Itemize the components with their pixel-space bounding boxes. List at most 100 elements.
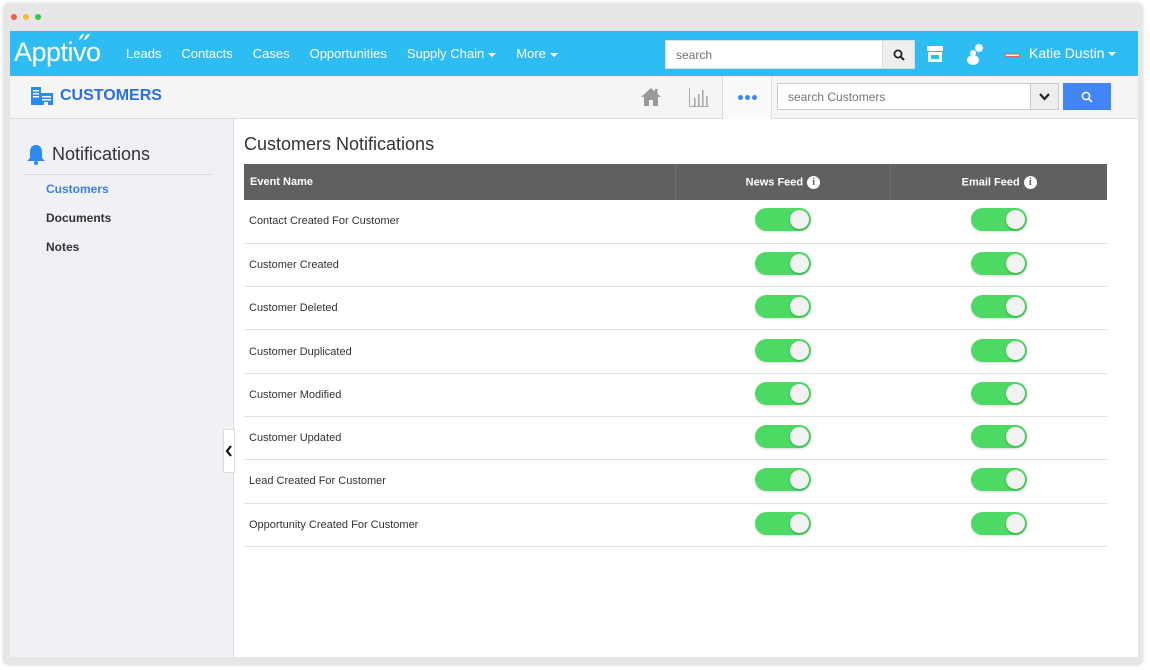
more-icon <box>737 95 743 100</box>
news-feed-toggle[interactable] <box>754 251 811 275</box>
maximize-window-button[interactable] <box>35 14 41 20</box>
bell-icon <box>27 145 45 165</box>
news-feed-cell <box>675 503 891 547</box>
module-bar: CUSTOMERS <box>10 76 1138 119</box>
nav-links: Leads Contacts Cases Opportunities Supply Ch… <box>126 31 578 76</box>
news-feed-toggle[interactable] <box>754 208 811 232</box>
app: Apptivo Leads Contacts Cases Opportunities S… <box>10 31 1138 657</box>
table-row: Contact Created For Customer <box>244 200 1107 244</box>
email-feed-toggle[interactable] <box>970 381 1027 405</box>
email-feed-cell <box>890 503 1107 547</box>
leaf-icon <box>79 33 90 40</box>
nav-link-supply-chain[interactable]: Supply Chain <box>406 46 497 61</box>
module-search-input[interactable] <box>777 83 1031 110</box>
chevron-down-icon <box>1108 52 1117 57</box>
nav-link-cases[interactable]: Cases <box>253 46 290 61</box>
chevron-down-icon <box>549 52 558 57</box>
nav-link-label: Contacts <box>181 46 233 61</box>
collapse-sidebar-button[interactable] <box>223 429 235 473</box>
apptivo-logo[interactable]: Apptivo <box>14 33 101 68</box>
module-search <box>777 83 1059 110</box>
news-feed-cell <box>675 200 891 244</box>
event-name-cell: Customer Created <box>244 243 675 288</box>
title-bar <box>3 3 1143 31</box>
column-header-email-feed: Email Feed i <box>890 164 1107 200</box>
person-icon[interactable] <box>965 43 985 65</box>
nav-link-label: Supply Chain <box>406 46 485 61</box>
module-search-button[interactable] <box>1063 83 1111 110</box>
news-feed-toggle[interactable] <box>754 511 811 535</box>
table-row: Customer Duplicated <box>244 329 1107 374</box>
email-feed-toggle[interactable] <box>970 511 1027 535</box>
module-title[interactable]: CUSTOMERS <box>30 86 162 106</box>
nav-link-label: Opportunities <box>309 46 387 61</box>
page-title: Customers Notifications <box>244 134 435 154</box>
nav-link-leads[interactable]: Leads <box>126 46 161 61</box>
email-feed-cell <box>890 286 1107 331</box>
event-name-cell: Customer Modified <box>244 373 675 417</box>
global-search-input[interactable] <box>665 40 883 69</box>
bar-chart-icon[interactable] <box>688 86 710 108</box>
column-header-news-feed: News Feed i <box>674 164 891 200</box>
top-nav: Apptivo Leads Contacts Cases Opportunities S… <box>10 31 1138 76</box>
sidebar-heading-text: Notifications <box>52 143 151 164</box>
news-feed-toggle[interactable] <box>754 381 811 405</box>
sidebar-heading: Notifications <box>26 143 150 165</box>
chevron-down-icon <box>488 52 497 57</box>
email-feed-toggle[interactable] <box>970 425 1027 449</box>
table-row: Opportunity Created For Customer <box>244 503 1107 547</box>
nav-link-more[interactable]: More <box>516 46 558 61</box>
chevron-left-icon <box>225 445 232 457</box>
divider <box>24 174 214 175</box>
nav-link-opportunities[interactable]: Opportunities <box>310 46 387 61</box>
news-feed-toggle[interactable] <box>754 338 811 362</box>
news-feed-cell <box>675 243 891 288</box>
table-header-row: Event Name News Feed i Email Feed i <box>244 164 1107 200</box>
news-feed-cell <box>675 416 891 461</box>
news-feed-toggle[interactable] <box>754 425 811 449</box>
news-feed-cell <box>675 286 891 331</box>
close-window-button[interactable] <box>11 14 17 20</box>
customers-building-icon <box>31 87 53 105</box>
email-feed-cell <box>890 329 1107 374</box>
nav-link-label: Leads <box>126 46 162 61</box>
event-name-cell: Contact Created For Customer <box>244 200 675 244</box>
sidebar: Notifications Customers Documents Notes <box>10 119 234 657</box>
home-icon[interactable] <box>640 86 662 108</box>
global-search-button[interactable] <box>883 40 915 69</box>
event-name-cell: Customer Duplicated <box>244 329 675 374</box>
email-feed-toggle[interactable] <box>970 295 1027 319</box>
user-name: Katie Dustin <box>1029 45 1105 61</box>
sidebar-item-customers[interactable]: Customers <box>46 182 109 196</box>
chevron-down-icon <box>1039 92 1050 101</box>
logo-text: Apptivo <box>14 37 101 67</box>
more-options-tab[interactable] <box>722 76 772 119</box>
table-row: Customer Updated <box>244 416 1107 461</box>
user-menu[interactable]: Katie Dustin <box>1029 45 1117 61</box>
table-row: Customer Modified <box>244 373 1107 417</box>
sidebar-item-notes[interactable]: Notes <box>46 240 79 254</box>
info-icon[interactable]: i <box>1023 175 1037 189</box>
nav-link-contacts[interactable]: Contacts <box>181 46 232 61</box>
sidebar-item-documents[interactable]: Documents <box>46 211 111 225</box>
email-feed-toggle[interactable] <box>970 468 1027 492</box>
news-feed-toggle[interactable] <box>754 468 811 492</box>
search-icon <box>1081 91 1093 103</box>
global-search <box>665 40 915 69</box>
email-feed-toggle[interactable] <box>970 208 1027 232</box>
store-icon[interactable] <box>926 45 944 63</box>
email-feed-cell <box>890 416 1107 461</box>
news-feed-toggle[interactable] <box>754 295 811 319</box>
event-name-cell: Customer Deleted <box>244 286 675 331</box>
news-feed-cell <box>675 373 891 417</box>
email-feed-toggle[interactable] <box>970 338 1027 362</box>
info-icon[interactable]: i <box>807 175 821 189</box>
table-row: Lead Created For Customer <box>244 459 1107 504</box>
table-row: Customer Created <box>244 243 1107 288</box>
minimize-window-button[interactable] <box>23 14 29 20</box>
notifications-table: Event Name News Feed i Email Feed i Contac… <box>244 164 1107 547</box>
search-filter-dropdown[interactable] <box>1031 83 1059 110</box>
flag-icon <box>1005 53 1020 57</box>
email-feed-toggle[interactable] <box>970 251 1027 275</box>
browser-window: Apptivo Leads Contacts Cases Opportunities S… <box>3 3 1143 665</box>
